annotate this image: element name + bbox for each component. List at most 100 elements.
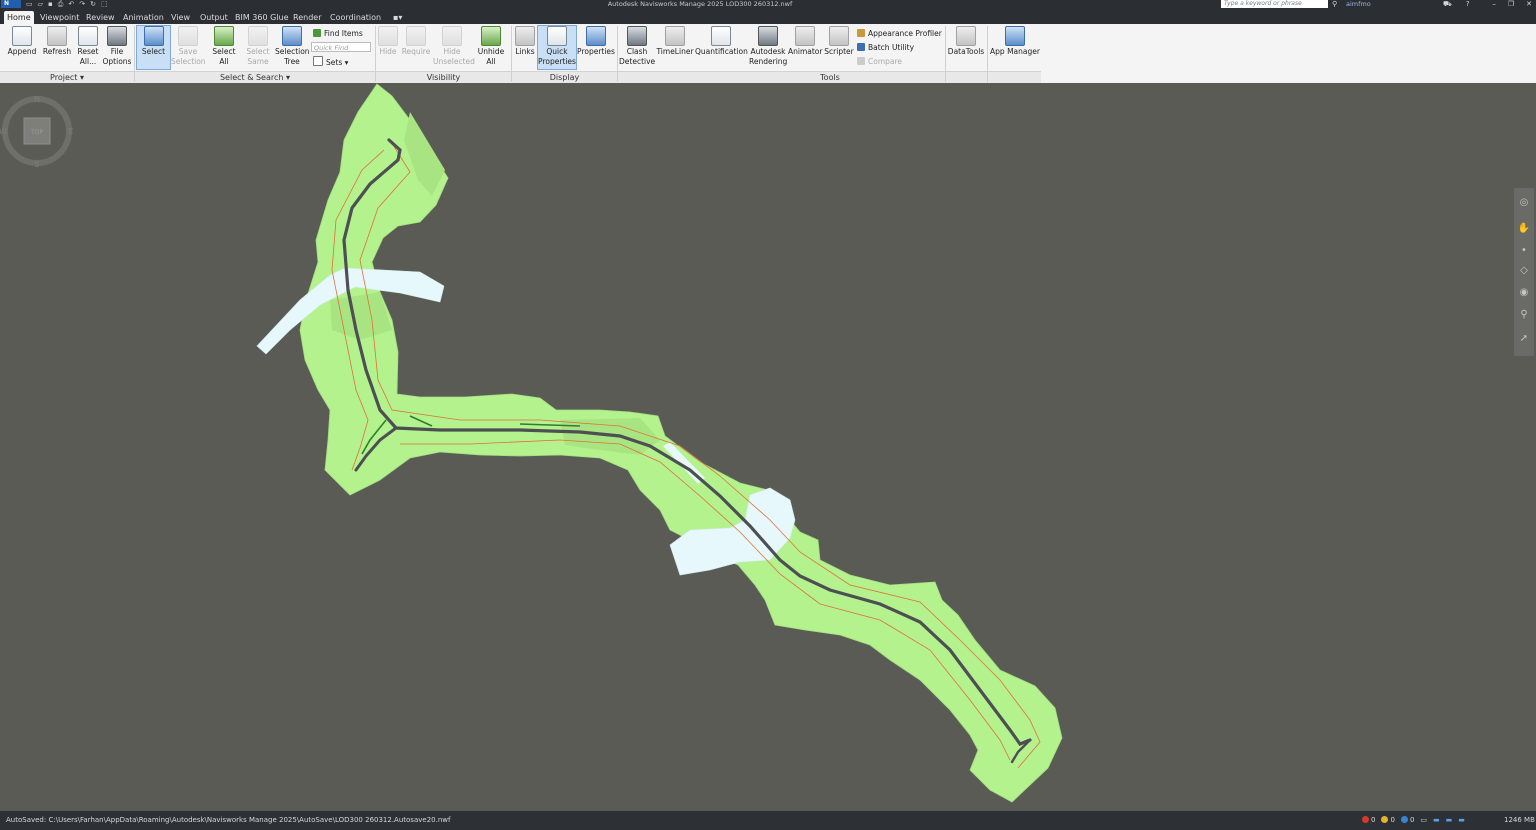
sheet-browser-icon[interactable]: ▭ [1420,811,1427,830]
window-controls: – ❐ ✕ [1492,0,1532,8]
memory-usage: 1246 MB [1504,816,1535,824]
save-selection-icon [178,26,198,46]
tab-bim360-glue[interactable]: BIM 360 Glue [232,11,292,24]
tab-animation[interactable]: Animation [120,11,167,24]
tab-home[interactable]: Home [4,11,34,24]
autodesk-rendering-button[interactable]: Autodesk Rendering [749,26,787,67]
require-button[interactable]: Require [401,26,431,57]
save-selection-button[interactable]: Save Selection [171,26,206,67]
title-tools: ⚲ [1332,0,1337,8]
tab-viewpoint[interactable]: Viewpoint [37,11,82,24]
tab-output[interactable]: Output [197,11,231,24]
steering-wheel-icon[interactable]: ◎ [1517,196,1531,210]
hide-unselected-button[interactable]: Hide Unselected [433,26,475,67]
refresh-button[interactable]: Refresh [41,26,73,57]
navigation-bar: ◎ ✋ • ◇ ◉ ⚲ ➚ [1514,188,1534,356]
disk-progress-icon[interactable]: ▬ [1446,811,1453,830]
find-items-icon [313,29,321,37]
quick-properties-icon [547,26,567,46]
restore-button[interactable]: ❐ [1508,0,1514,8]
clash-icon [627,26,647,46]
tab-review[interactable]: Review [83,11,118,24]
look-around-icon[interactable]: ◉ [1517,286,1531,300]
quick-find-input[interactable]: Quick Find [311,42,371,52]
compass-west[interactable]: W [0,127,7,136]
terrain-surface [299,83,1063,803]
links-button[interactable]: Links [513,26,537,57]
properties-icon [586,26,606,46]
app-manager-button[interactable]: App Manager [990,26,1040,57]
zoom-icon[interactable]: • [1517,244,1531,258]
appearance-profiler-button[interactable]: Appearance Profiler [857,28,942,39]
select-all-button[interactable]: Select All [209,26,239,67]
panel-title-tools: Tools [618,71,1042,83]
scene-view[interactable]: TOP N S E W ◎ ✋ • ◇ ◉ ⚲ ➚ [0,83,1536,811]
warning-icon [1381,816,1389,823]
batch-utility-button[interactable]: Batch Utility [857,42,914,53]
datatools-button[interactable]: DataTools [947,26,985,57]
sets-icon [313,56,323,66]
tab-view[interactable]: View [168,11,193,24]
info-icon [1400,816,1408,823]
selection-tree-button[interactable]: Selection Tree [275,26,310,67]
walk-icon[interactable]: ⚲ [1517,308,1531,322]
close-button[interactable]: ✕ [1526,0,1532,8]
warning-indicator[interactable]: 0 [1381,811,1395,830]
ribbon-empty-area [1041,24,1536,83]
tab-render[interactable]: Render [290,11,324,24]
unhide-all-button[interactable]: Unhide All [476,26,506,67]
datatools-icon [956,26,976,46]
title-bar: N MAN ▭ ▱ ▪ ⎙ ↶ ↷ ↻ ⬚ Autodesk Naviswork… [0,0,1536,15]
panel-title-project[interactable]: Project ▾ [0,71,134,83]
file-options-button[interactable]: File Options [102,26,132,67]
app-manager-icon [1005,26,1025,46]
pan-hand-icon[interactable]: ✋ [1517,222,1531,236]
appearance-profiler-icon [857,29,865,37]
help-tools: ⛟ ? [1443,0,1470,8]
quick-properties-button[interactable]: Quick Properties [537,25,577,70]
error-indicator[interactable]: 0 [1362,811,1375,830]
require-icon [406,26,426,46]
unhide-icon [481,26,501,46]
compass-south[interactable]: S [34,160,39,168]
select-same-button[interactable]: Select Same [243,26,273,67]
window-title: Autodesk Navisworks Manage 2025 LOD300 2… [607,0,793,8]
timeliner-button[interactable]: TimeLiner [656,26,694,57]
append-icon [12,26,32,46]
find-items-button[interactable]: Find Items [313,28,363,39]
animator-icon [795,26,815,46]
ribbon-tabs: Home Viewpoint Review Animation View Out… [0,8,1536,24]
scripter-button[interactable]: Scripter [823,26,855,57]
ribbon: Append Refresh Reset All... File Options… [0,24,1042,84]
clash-detective-button[interactable]: Clash Detective [619,26,655,67]
append-button[interactable]: Append [5,26,39,57]
pencil-progress-icon[interactable]: ▬ [1433,811,1440,830]
viewcube[interactable]: TOP N S E W [0,94,74,168]
minimize-button[interactable]: – [1492,0,1496,8]
info-indicator[interactable]: 0 [1400,811,1414,830]
camera-dropdown-icon[interactable]: ▪▾ [390,11,405,24]
animator-button[interactable]: Animator [788,26,822,57]
compass-north[interactable]: N [34,95,40,104]
select-button[interactable]: Select [136,25,171,70]
select-pointer-icon[interactable]: ➚ [1517,332,1531,346]
properties-button[interactable]: Properties [577,26,615,57]
status-bar: AutoSaved: C:\Users\Farhan\AppData\Roami… [0,811,1536,830]
user-account[interactable]: aimfmo [1346,0,1371,8]
sets-dropdown[interactable]: Sets ▾ [313,56,348,68]
help-icon[interactable]: ? [1466,0,1470,8]
reset-all-button[interactable]: Reset All... [75,26,101,67]
cart-icon[interactable]: ⛟ [1443,0,1452,8]
reset-icon [78,26,98,46]
compass-east[interactable]: E [68,127,73,136]
road-model [256,83,1063,803]
panel-title-select-search[interactable]: Select & Search ▾ [135,71,375,83]
binoculars-icon[interactable]: ⚲ [1332,0,1337,8]
compare-button[interactable]: Compare [857,56,902,67]
web-server-progress-icon[interactable]: ▬ [1458,811,1465,830]
quantification-button[interactable]: Quantification [695,26,748,57]
tab-coordination[interactable]: Coordination [327,11,384,24]
hide-button[interactable]: Hide [377,26,399,57]
help-search-input[interactable]: Type a keyword or phrase [1221,0,1328,8]
orbit-icon[interactable]: ◇ [1517,264,1531,278]
